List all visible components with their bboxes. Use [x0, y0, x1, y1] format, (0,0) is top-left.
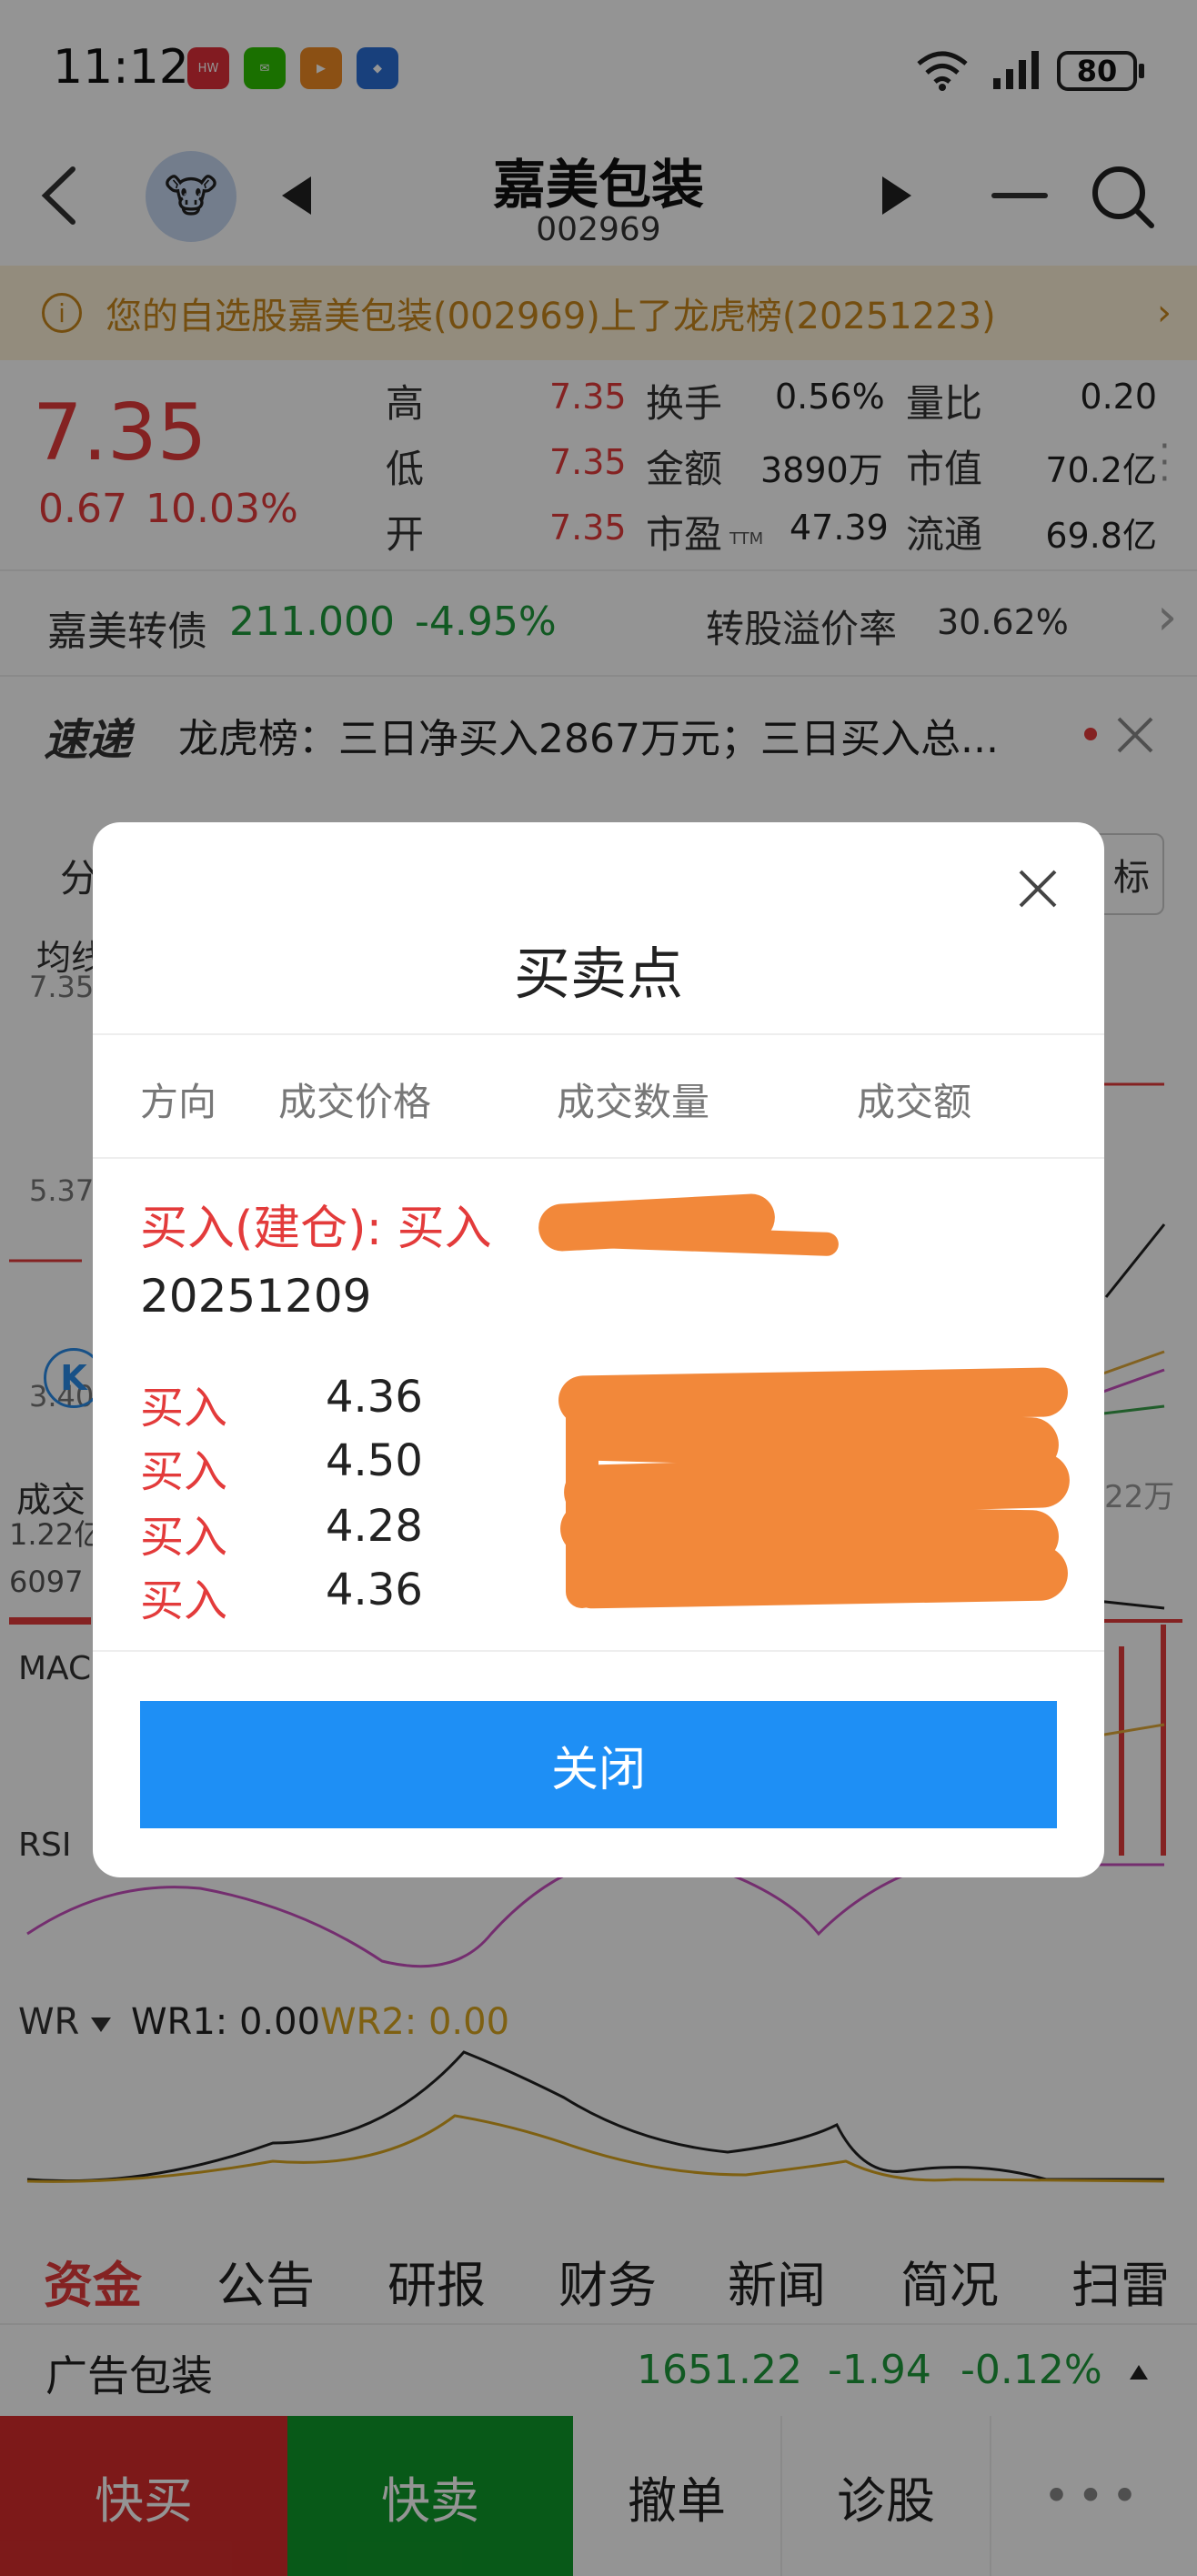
row-price: 4.28: [326, 1501, 423, 1552]
row-direction: 买入: [140, 1383, 228, 1434]
redaction-mark: [565, 1223, 840, 1257]
trade-points-dialog: 买卖点 方向 成交价格 成交数量 成交额 买入(建仓): 买入 股 202512…: [93, 822, 1104, 1877]
close-icon[interactable]: [1017, 868, 1059, 910]
row-price: 4.36: [326, 1565, 423, 1615]
trade-date: 20251209: [140, 1270, 372, 1323]
trade-headline: 买入(建仓): 买入: [140, 1202, 492, 1256]
row-direction: 买入: [140, 1446, 228, 1497]
dialog-title: 买卖点: [513, 941, 683, 1007]
col-amount: 成交额: [857, 1080, 972, 1124]
divider: [93, 1650, 1104, 1652]
col-direction: 方向: [140, 1080, 217, 1124]
row-price: 4.50: [326, 1435, 423, 1486]
divider: [93, 1157, 1104, 1159]
col-quantity: 成交数量: [557, 1080, 710, 1124]
row-direction: 买入: [140, 1512, 228, 1563]
divider: [93, 1033, 1104, 1035]
row-price: 4.36: [326, 1372, 423, 1423]
row-direction: 买入: [140, 1575, 228, 1626]
col-price: 成交价格: [278, 1080, 432, 1124]
close-button[interactable]: 关闭: [140, 1701, 1057, 1828]
redaction-mark: [566, 1381, 598, 1608]
redaction-mark: [565, 1545, 1069, 1609]
